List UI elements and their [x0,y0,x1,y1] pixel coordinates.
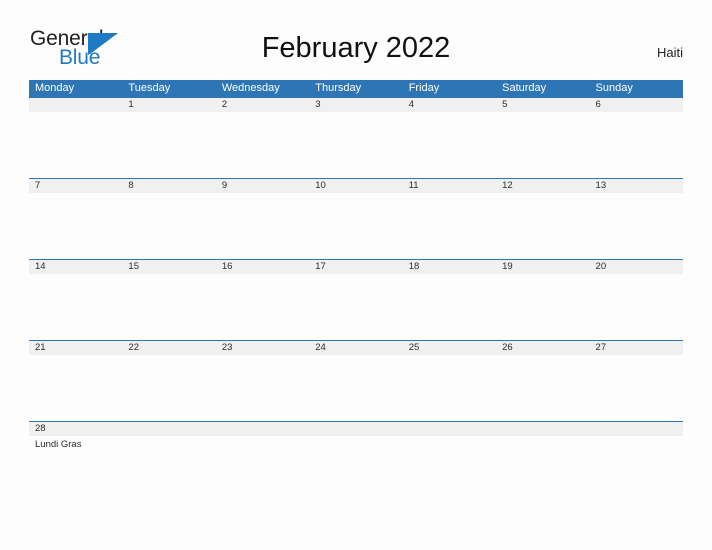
day-number[interactable] [590,422,683,436]
day-number[interactable]: 18 [403,260,496,274]
week-row: 28 Lundi Gras [29,421,683,463]
day-number[interactable]: 17 [309,260,402,274]
weekday-header-friday: Friday [408,82,440,94]
day-number[interactable] [29,98,122,112]
week-row: 1 2 3 4 5 6 [29,97,683,178]
day-number[interactable]: 23 [216,341,309,355]
week-row: 7 8 9 10 11 12 13 [29,178,683,259]
calendar-grid: Monday Tuesday Wednesday Thursday Friday… [29,80,683,463]
day-cell[interactable] [496,355,589,421]
day-number[interactable]: 3 [309,98,402,112]
day-number[interactable]: 6 [590,98,683,112]
day-number[interactable]: 8 [122,179,215,193]
weekday-header-row: Monday Tuesday Wednesday Thursday Friday… [29,80,683,97]
day-cell[interactable] [403,193,496,259]
day-cell[interactable] [216,355,309,421]
weekday-header-sunday: Sunday [595,82,633,94]
day-events-band [29,274,683,340]
day-cell[interactable] [496,274,589,340]
day-cell[interactable] [216,274,309,340]
day-cell[interactable] [216,193,309,259]
day-number[interactable]: 24 [309,341,402,355]
day-number[interactable]: 26 [496,341,589,355]
day-events-band [29,193,683,259]
event-label: Lundi Gras [35,439,82,450]
region-label: Haiti [656,45,683,60]
day-cell[interactable] [309,193,402,259]
weekday-header-tuesday: Tuesday [128,82,171,94]
day-number[interactable]: 22 [122,341,215,355]
page-title: February 2022 [261,32,451,64]
day-cell[interactable] [309,274,402,340]
day-cell[interactable] [590,193,683,259]
day-cell[interactable] [403,112,496,178]
day-cell[interactable] [403,436,496,463]
day-number[interactable]: 2 [216,98,309,112]
day-number[interactable] [309,422,402,436]
day-number[interactable]: 4 [403,98,496,112]
day-cell[interactable] [403,355,496,421]
day-events-band [29,112,683,178]
day-number[interactable]: 7 [29,179,122,193]
day-cell[interactable] [29,355,122,421]
day-cell[interactable] [309,355,402,421]
day-cell[interactable] [122,112,215,178]
day-cell[interactable] [496,112,589,178]
week-row: 21 22 23 24 25 26 27 [29,340,683,421]
day-number-band: 14 15 16 17 18 19 20 [29,260,683,274]
day-number[interactable]: 1 [122,98,215,112]
day-number[interactable]: 5 [496,98,589,112]
day-cell[interactable] [590,274,683,340]
day-cell[interactable] [309,436,402,463]
day-number[interactable]: 19 [496,260,589,274]
day-cell[interactable] [590,355,683,421]
day-cell[interactable] [496,436,589,463]
day-number[interactable]: 25 [403,341,496,355]
day-cell[interactable] [590,112,683,178]
day-cell[interactable] [216,112,309,178]
day-cell[interactable] [29,112,122,178]
day-cell[interactable] [403,274,496,340]
day-cell[interactable] [122,436,215,463]
day-number[interactable]: 27 [590,341,683,355]
day-number[interactable]: 13 [590,179,683,193]
day-number[interactable] [496,422,589,436]
day-events-band [29,355,683,421]
day-number[interactable]: 10 [309,179,402,193]
day-number[interactable]: 11 [403,179,496,193]
day-cell[interactable] [309,112,402,178]
weekday-header-monday: Monday [35,82,75,94]
day-cell[interactable] [122,274,215,340]
day-number[interactable]: 14 [29,260,122,274]
day-events-band: Lundi Gras [29,436,683,463]
day-number[interactable]: 15 [122,260,215,274]
weekday-header-saturday: Saturday [502,82,547,94]
day-cell[interactable]: Lundi Gras [29,436,122,463]
day-number[interactable]: 16 [216,260,309,274]
day-number[interactable] [216,422,309,436]
weekday-header-thursday: Thursday [315,82,362,94]
day-number[interactable] [122,422,215,436]
day-number[interactable]: 20 [590,260,683,274]
day-cell[interactable] [590,436,683,463]
day-cell[interactable] [216,436,309,463]
day-number[interactable]: 12 [496,179,589,193]
day-cell[interactable] [29,274,122,340]
weekday-header-wednesday: Wednesday [221,82,280,94]
day-number-band: 28 [29,422,683,436]
day-number-band: 1 2 3 4 5 6 [29,98,683,112]
day-number[interactable] [403,422,496,436]
day-number[interactable]: 21 [29,341,122,355]
day-cell[interactable] [122,193,215,259]
day-number-band: 7 8 9 10 11 12 13 [29,179,683,193]
day-cell[interactable] [496,193,589,259]
day-number[interactable]: 9 [216,179,309,193]
page-header: General Blue February 2022 Haiti [0,0,712,78]
day-number[interactable]: 28 [29,422,122,436]
week-row: 14 15 16 17 18 19 20 [29,259,683,340]
day-cell[interactable] [122,355,215,421]
day-number-band: 21 22 23 24 25 26 27 [29,341,683,355]
day-cell[interactable] [29,193,122,259]
